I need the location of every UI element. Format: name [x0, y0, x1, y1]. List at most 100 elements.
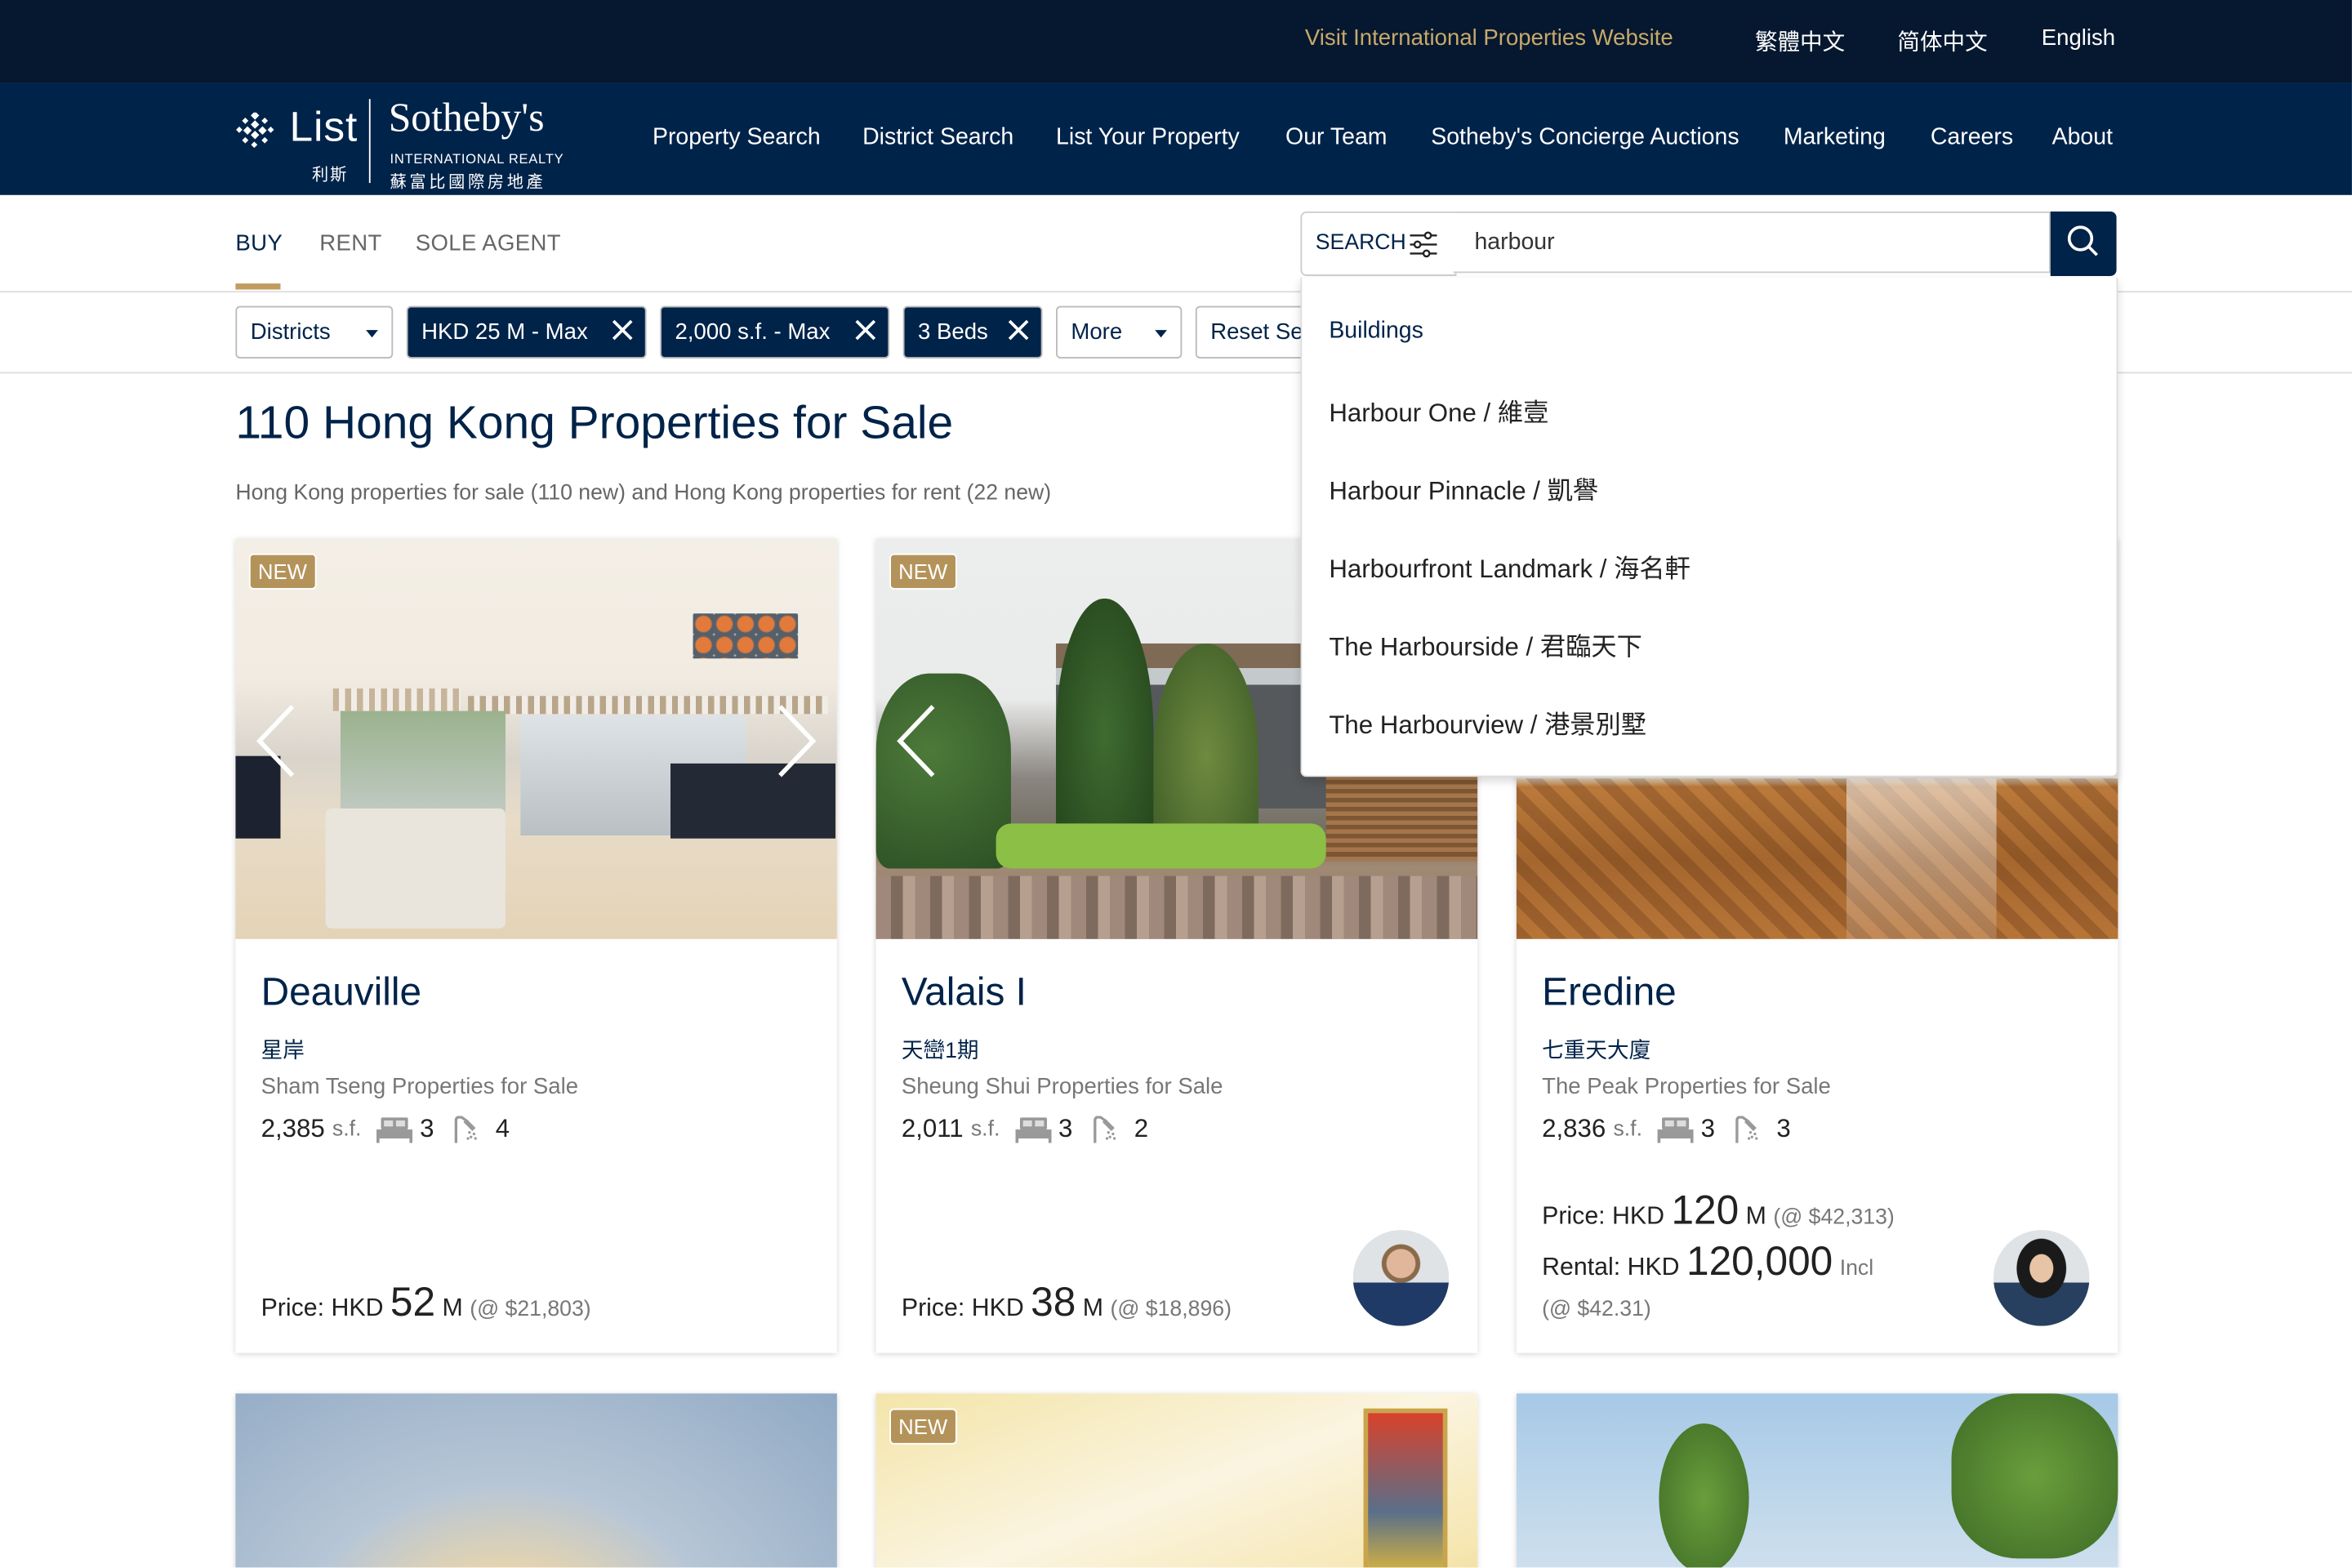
area-value: 2,385 [261, 1114, 325, 1143]
international-site-link[interactable]: Visit International Properties Website [1305, 25, 1673, 51]
price-value: 38 [1031, 1279, 1076, 1325]
remove-filter-icon[interactable] [855, 319, 876, 341]
tab-sole-agent[interactable]: SOLE AGENT [416, 231, 561, 256]
listing-specs: 2,011 s.f. 3 2 [902, 1115, 1166, 1145]
bed-icon [1657, 1117, 1694, 1143]
price-value: 52 [390, 1279, 436, 1325]
listing-card[interactable] [1516, 1393, 2118, 1568]
suggestion-item[interactable]: The Harbourside / 君臨天下 [1329, 626, 1642, 663]
beds-filter-chip[interactable]: 3 Beds [902, 305, 1043, 359]
suggestion-item[interactable]: Harbour Pinnacle / 凱譽 [1329, 470, 1598, 507]
beds-count: 3 [420, 1114, 434, 1143]
size-filter-chip[interactable]: 2,000 s.f. - Max [660, 305, 890, 359]
listing-photo[interactable] [235, 1393, 837, 1568]
price-unit: M [1082, 1294, 1104, 1322]
remove-filter-icon[interactable] [612, 319, 633, 341]
listing-card[interactable]: NEW [875, 1393, 1478, 1568]
page: Visit International Properties Website 繁… [0, 0, 2352, 1568]
price-prefix: Price: HKD [1542, 1203, 1665, 1231]
listing-photo[interactable] [235, 538, 837, 939]
lang-traditional-chinese[interactable]: 繁體中文 [1755, 25, 1845, 57]
chevron-right-icon[interactable] [774, 703, 819, 778]
districts-filter[interactable]: Districts [235, 305, 394, 359]
listing-title-cn: 星岸 [261, 1039, 305, 1064]
listing-title[interactable]: Eredine [1542, 969, 1677, 1016]
main-nav: List 利斯 Sotheby's INTERNATIONAL REALTY 蘇… [0, 82, 2352, 195]
beds-count: 3 [1058, 1114, 1073, 1143]
suggestion-item[interactable]: The Harbourview / 港景別墅 [1329, 703, 1646, 741]
listing-specs: 2,836 s.f. 3 3 [1542, 1115, 1809, 1145]
suggestion-item[interactable]: Harbour One / 維壹 [1329, 391, 1548, 429]
chevron-left-icon[interactable] [894, 703, 939, 778]
bed-icon [1014, 1117, 1051, 1143]
beds-filter-label: 3 Beds [918, 319, 988, 345]
chevron-left-icon[interactable] [253, 703, 298, 778]
new-badge: NEW [248, 553, 316, 590]
listing-price: Price: HKD 38 M (@ $18,896) [902, 1280, 1232, 1326]
caret-down-icon [1155, 330, 1167, 338]
nav-our-team[interactable]: Our Team [1285, 124, 1387, 151]
logo-tagline: INTERNATIONAL REALTY [390, 151, 564, 167]
bed-icon [376, 1117, 412, 1143]
search-input[interactable] [1453, 211, 2051, 274]
price-value: 120 [1671, 1187, 1740, 1233]
shower-icon [1094, 1116, 1116, 1143]
nav-list-your-property[interactable]: List Your Property [1056, 124, 1240, 151]
page-title: 110 Hong Kong Properties for Sale [235, 395, 954, 449]
site-logo[interactable]: List 利斯 Sotheby's INTERNATIONAL REALTY 蘇… [235, 94, 565, 192]
search-suggestions: Buildings Harbour One / 維壹 Harbour Pinna… [1300, 277, 2118, 777]
listing-district[interactable]: The Peak Properties for Sale [1542, 1074, 1831, 1099]
listing-card[interactable]: NEW Deauville 星岸 Sham Tseng Properties f… [235, 538, 837, 1353]
baths-count: 4 [495, 1114, 510, 1143]
area-unit: s.f. [332, 1117, 362, 1142]
listing-photo[interactable] [1516, 1393, 2118, 1568]
price-per-sf: (@ $42,313) [1773, 1205, 1895, 1231]
listing-district[interactable]: Sheung Shui Properties for Sale [902, 1074, 1223, 1099]
listing-rental: Rental: HKD 120,000 Incl [1542, 1239, 1873, 1285]
suggestion-item[interactable]: Harbourfront Landmark / 海名軒 [1329, 547, 1690, 585]
listing-card[interactable] [235, 1393, 837, 1568]
agent-avatar[interactable] [1993, 1230, 2090, 1326]
listing-specs: 2,385 s.f. 3 4 [261, 1115, 528, 1145]
nav-marketing[interactable]: Marketing [1784, 124, 1886, 151]
nav-careers[interactable]: Careers [1931, 124, 2013, 151]
nav-concierge-auctions[interactable]: Sotheby's Concierge Auctions [1431, 124, 1739, 151]
listing-rental-note: (@ $42.31) [1542, 1294, 1651, 1323]
nav-district-search[interactable]: District Search [862, 124, 1013, 151]
caret-down-icon [366, 330, 378, 338]
nav-about[interactable]: About [2052, 124, 2113, 151]
price-prefix: Price: HKD [901, 1294, 1024, 1322]
search-bar: SEARCH [1300, 211, 2117, 276]
more-filters-button[interactable]: More [1056, 305, 1183, 359]
rental-unit: Incl [1839, 1257, 1874, 1281]
suggestion-group-buildings: Buildings [1329, 318, 1423, 344]
logo-brand: Sotheby's [388, 94, 545, 140]
rental-prefix: Rental: HKD [1542, 1254, 1680, 1281]
tab-rent[interactable]: RENT [319, 231, 381, 256]
listing-photo[interactable] [875, 1393, 1478, 1568]
list-logo-mark-icon [236, 112, 274, 149]
lang-english[interactable]: English [2042, 25, 2115, 51]
rental-value: 120,000 [1686, 1239, 1833, 1285]
nav-property-search[interactable]: Property Search [653, 124, 821, 151]
remove-filter-icon[interactable] [1008, 319, 1029, 341]
listing-title[interactable]: Deauville [261, 969, 421, 1016]
search-mode-button[interactable]: SEARCH [1300, 211, 1457, 276]
price-unit: M [1745, 1203, 1766, 1231]
active-tab-indicator [235, 283, 281, 290]
price-per-sf: (@ $18,896) [1110, 1297, 1232, 1322]
listing-district[interactable]: Sham Tseng Properties for Sale [261, 1074, 578, 1099]
search-submit-button[interactable] [2050, 211, 2117, 276]
listing-title[interactable]: Valais I [902, 969, 1027, 1016]
baths-count: 2 [1134, 1114, 1149, 1143]
districts-filter-label: Districts [250, 319, 331, 345]
tab-buy[interactable]: BUY [235, 231, 283, 256]
shower-icon [1735, 1116, 1759, 1143]
area-value: 2,836 [1542, 1114, 1606, 1143]
beds-count: 3 [1700, 1114, 1716, 1143]
agent-avatar[interactable] [1352, 1230, 1450, 1326]
new-badge: NEW [889, 553, 957, 590]
price-per-sf: (@ $21,803) [470, 1297, 591, 1322]
lang-simplified-chinese[interactable]: 简体中文 [1897, 25, 1987, 57]
price-filter-chip[interactable]: HKD 25 M - Max [406, 305, 647, 359]
